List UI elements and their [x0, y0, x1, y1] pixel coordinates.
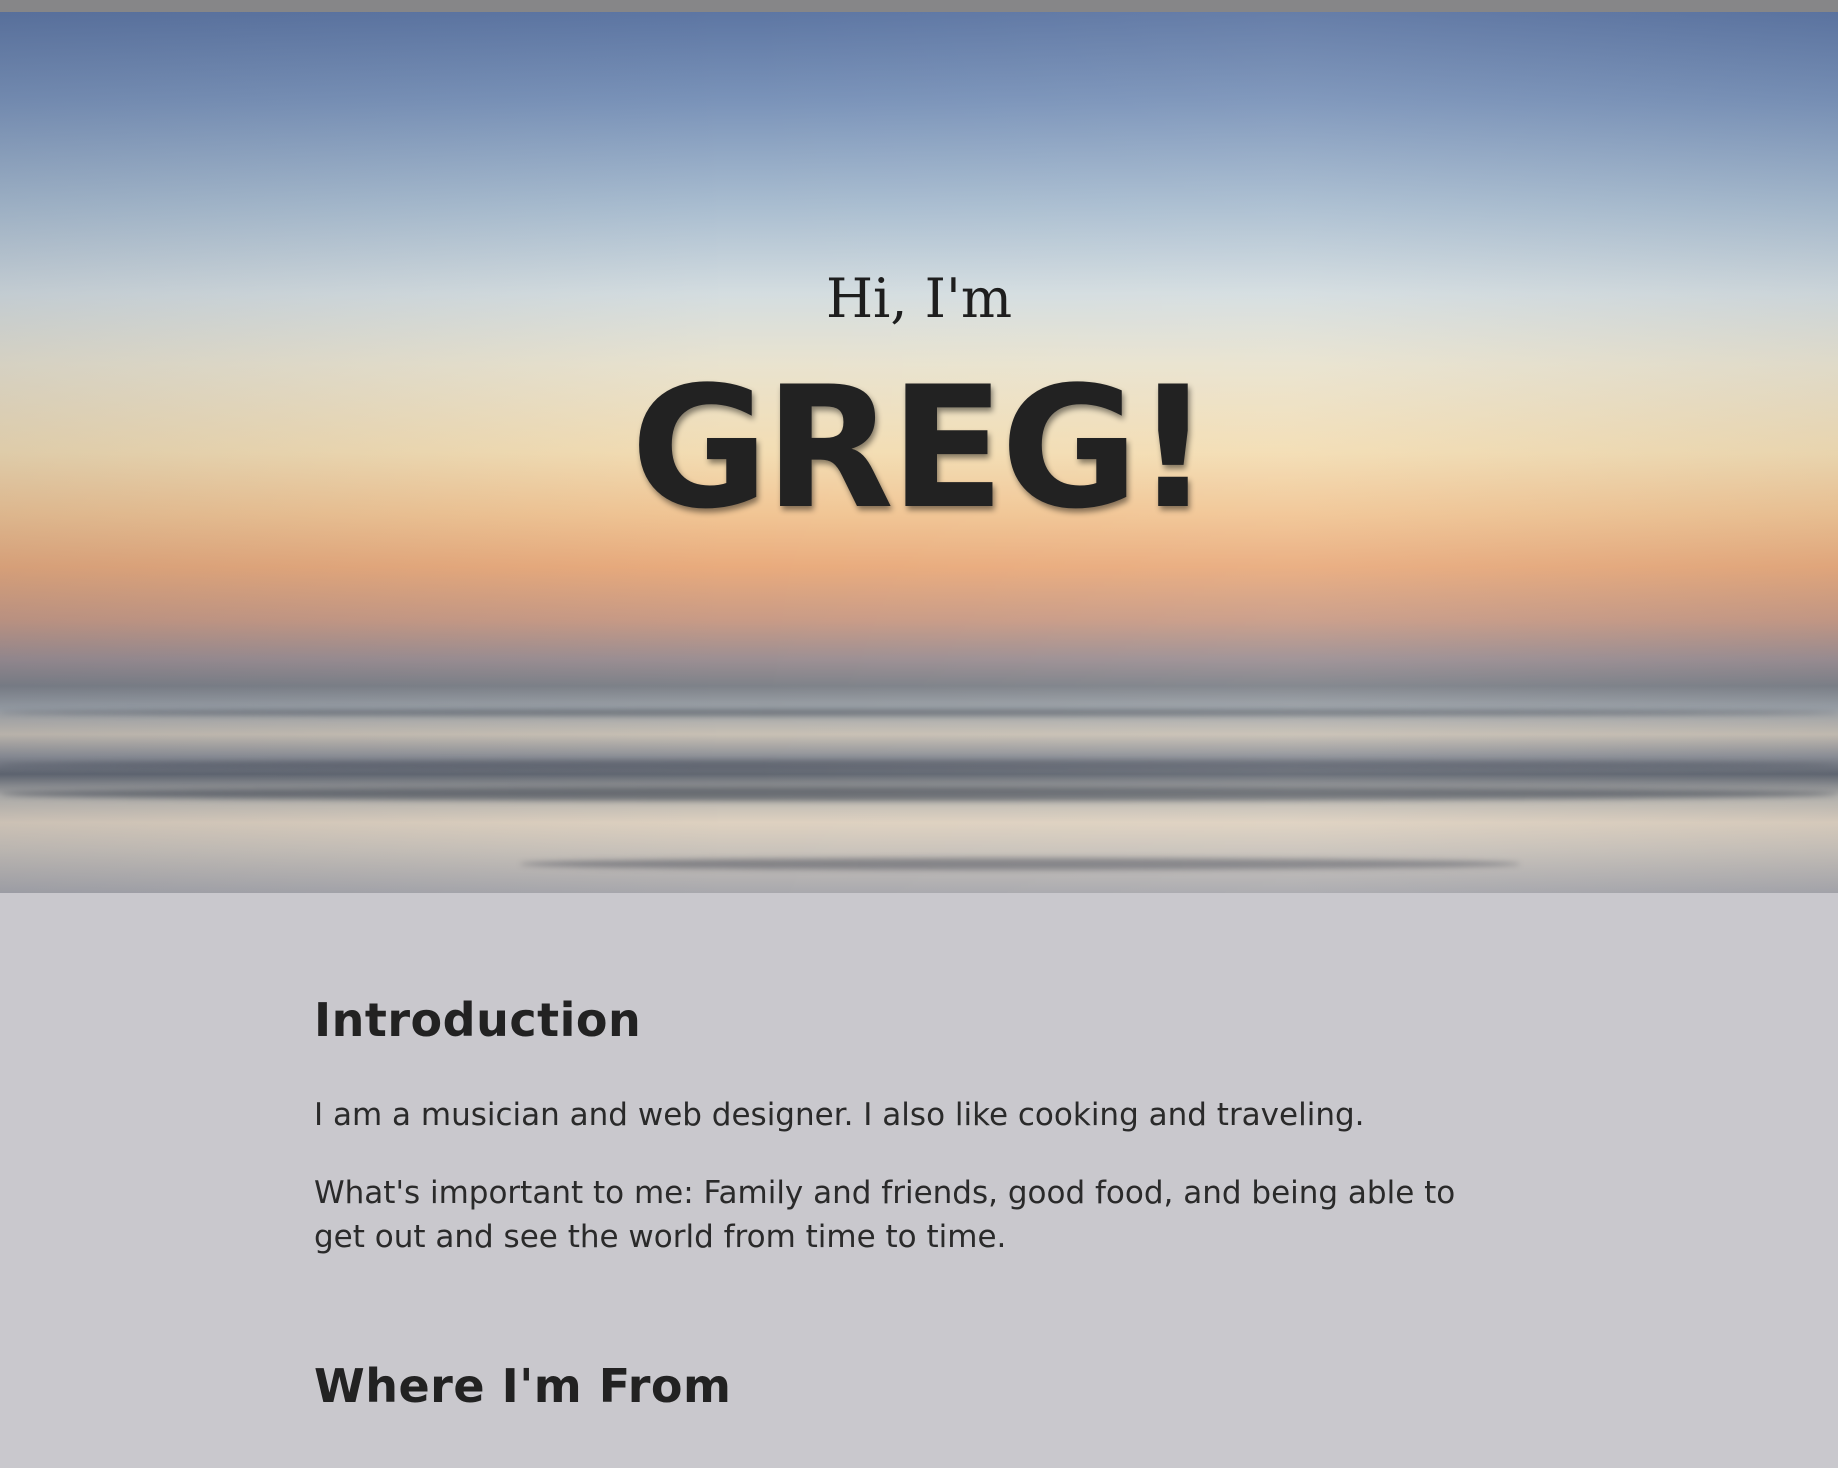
- introduction-heading: Introduction: [314, 993, 642, 1047]
- introduction-paragraph: I am a musician and web designer. I also…: [314, 1097, 1365, 1133]
- window-top-bar: [0, 0, 1838, 12]
- introduction-paragraph: What's important to me: Family and frien…: [314, 1175, 1456, 1255]
- hero-greeting: Hi, I'm: [825, 267, 1013, 330]
- hero-name: GREG!: [630, 350, 1212, 546]
- where-from-heading: Where I'm From: [314, 1359, 732, 1413]
- hero-banner: Hi, I'm GREG!: [0, 12, 1838, 893]
